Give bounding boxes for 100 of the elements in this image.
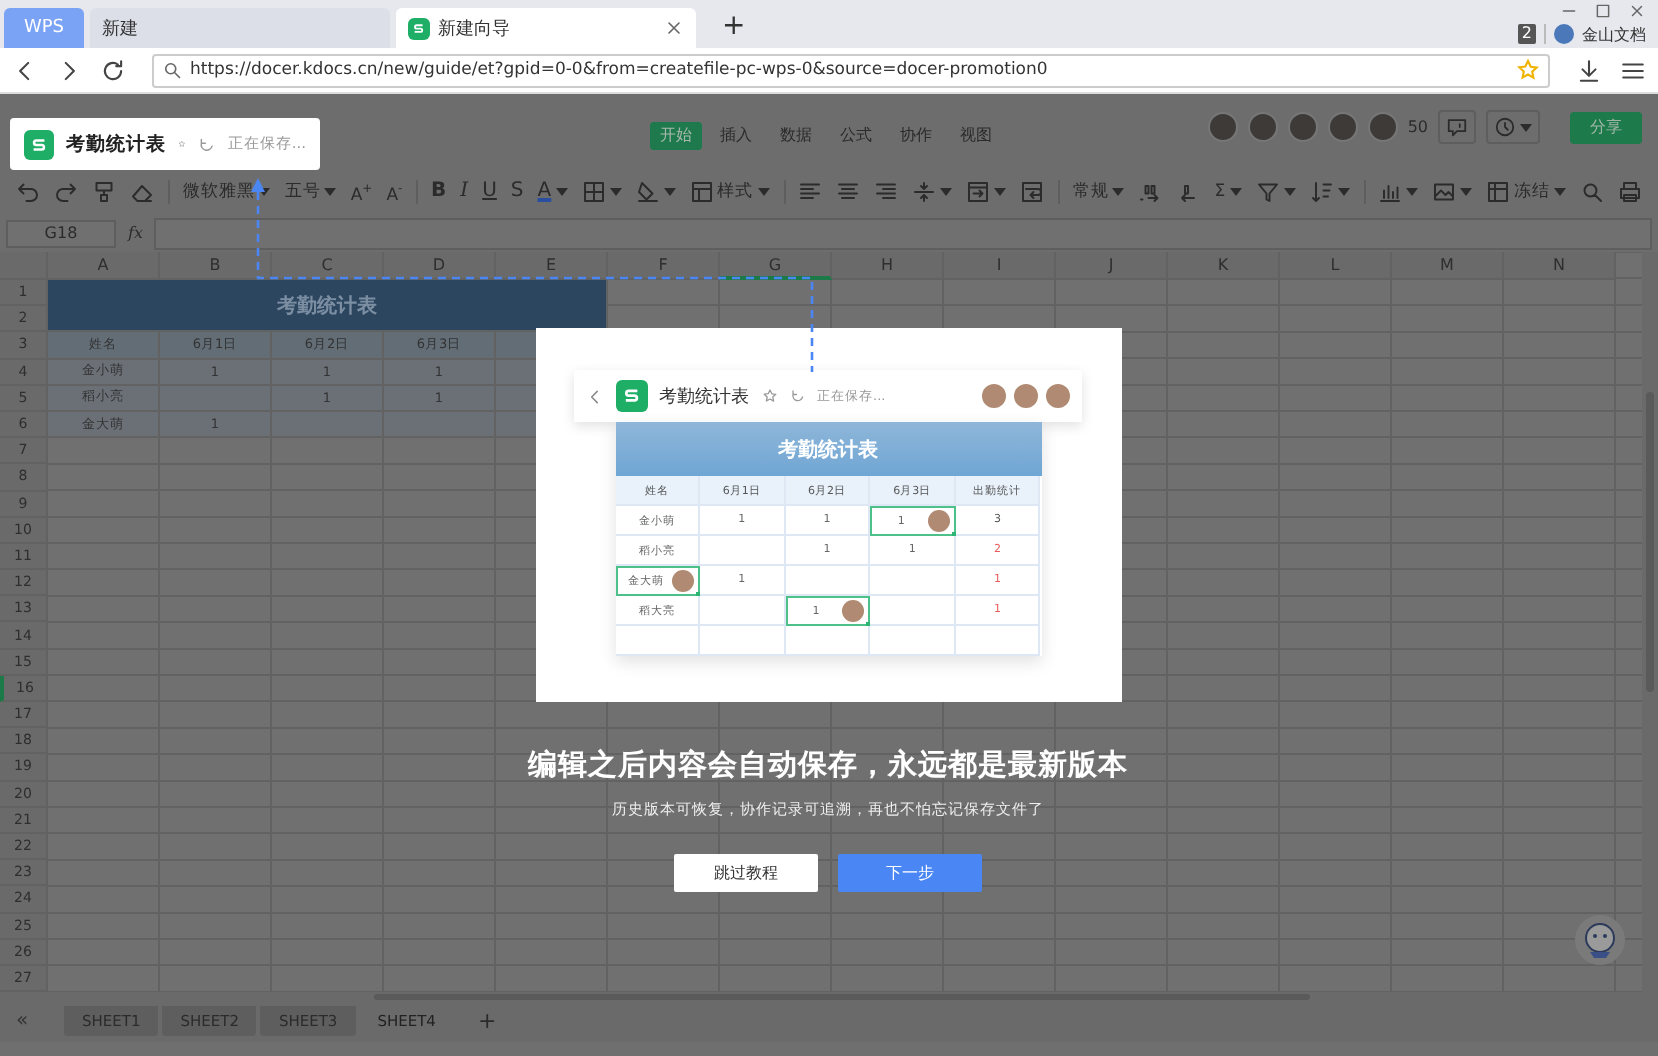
online-count: 50 xyxy=(1407,118,1428,136)
align-right-icon[interactable] xyxy=(873,180,898,204)
column-header[interactable]: B xyxy=(160,252,272,280)
column-header[interactable]: C xyxy=(272,252,384,280)
column-header[interactable]: N xyxy=(1504,252,1616,280)
feedback-button[interactable] xyxy=(1438,110,1476,144)
decimal-decrease-icon[interactable] xyxy=(1176,180,1201,204)
url-field[interactable]: https://docer.kdocs.cn/new/guide/et?gpid=0-0&from=createfile-pc-wps-0&source=docer-promotion0 xyxy=(152,53,1550,87)
cell-style-dropdown[interactable]: 样式 xyxy=(689,180,770,204)
font-size-dropdown[interactable]: 五号 xyxy=(284,180,337,204)
search-icon[interactable] xyxy=(1579,180,1604,204)
collaborator-avatar[interactable] xyxy=(1287,112,1318,142)
download-icon[interactable] xyxy=(1576,57,1602,83)
fill-color-dropdown[interactable] xyxy=(635,180,676,204)
redo-icon[interactable] xyxy=(54,180,78,204)
table-cell xyxy=(700,596,786,626)
caret-icon xyxy=(1520,123,1532,131)
collaborator-avatar xyxy=(927,510,950,532)
increase-font-button[interactable]: A$^{+}$ xyxy=(350,177,373,207)
document-title[interactable]: 考勤统计表 xyxy=(66,131,166,157)
collaborator-avatar[interactable] xyxy=(1207,112,1238,142)
table-cell xyxy=(615,626,701,656)
column-header[interactable]: M xyxy=(1392,252,1504,280)
menu-tab[interactable]: 插入 xyxy=(710,122,762,150)
format-painter-icon[interactable] xyxy=(92,180,116,204)
fill-color-icon xyxy=(635,180,660,204)
eraser-icon[interactable] xyxy=(130,180,154,204)
function-label[interactable]: fx xyxy=(128,224,143,242)
decrease-font-button[interactable]: A$^{-}$ xyxy=(386,177,403,207)
column-header[interactable]: J xyxy=(1056,252,1168,280)
bookmark-star-icon[interactable] xyxy=(1516,58,1540,82)
merged-title-cell[interactable]: 考勤统计表 xyxy=(48,280,608,333)
caret-icon xyxy=(757,188,770,196)
browser-tab[interactable]: 新建向导 xyxy=(396,8,696,48)
number-format-dropdown[interactable]: 常规 xyxy=(1072,180,1125,204)
vertical-align-icon xyxy=(911,180,936,204)
underline-button[interactable]: U xyxy=(482,180,497,204)
vertical-align-dropdown[interactable] xyxy=(911,180,952,204)
next-step-button[interactable]: 下一步 xyxy=(838,854,982,892)
decimal-increase-icon[interactable] xyxy=(1138,180,1163,204)
wrap-icon[interactable] xyxy=(1019,180,1044,204)
window-count-badge: 2 xyxy=(1517,24,1536,44)
collaborator-avatar[interactable] xyxy=(1247,112,1278,142)
caret-icon xyxy=(1459,188,1472,196)
strikethrough-button[interactable]: S xyxy=(510,180,524,204)
document-title: 考勤统计表 xyxy=(659,385,749,409)
add-sheet-button[interactable]: + xyxy=(477,1007,497,1033)
close-icon[interactable] xyxy=(1628,1,1646,19)
skip-tutorial-button[interactable]: 跳过教程 xyxy=(674,854,818,892)
table-cell xyxy=(870,596,956,626)
chart-dropdown[interactable] xyxy=(1377,180,1418,204)
undo-icon[interactable] xyxy=(16,180,40,204)
column-header[interactable]: G xyxy=(720,252,832,280)
menu-tab[interactable]: 视图 xyxy=(950,122,1002,150)
italic-button[interactable]: I xyxy=(460,180,469,204)
account-avatar[interactable] xyxy=(1554,24,1574,44)
column-header[interactable]: L xyxy=(1280,252,1392,280)
formula-input[interactable] xyxy=(154,217,1652,249)
table-cell xyxy=(700,626,786,656)
share-button[interactable]: 分享 xyxy=(1570,111,1642,143)
caret-icon xyxy=(663,188,676,196)
bold-button[interactable]: B xyxy=(431,180,447,204)
column-header[interactable]: H xyxy=(832,252,944,280)
assistant-mascot-icon[interactable] xyxy=(1574,914,1626,966)
menu-icon[interactable] xyxy=(1620,57,1646,83)
image-dropdown[interactable] xyxy=(1431,180,1472,204)
border-dropdown[interactable] xyxy=(581,180,622,204)
menu-tab[interactable]: 数据 xyxy=(770,122,822,150)
print-icon[interactable] xyxy=(1617,180,1642,204)
column-header[interactable]: D xyxy=(384,252,496,280)
sum-button[interactable]: Σ xyxy=(1214,180,1242,204)
maximize-icon[interactable] xyxy=(1594,1,1612,19)
browser-tab[interactable]: WPS xyxy=(4,8,84,48)
menu-tab[interactable]: 开始 xyxy=(650,122,702,150)
sort-dropdown[interactable] xyxy=(1309,180,1350,204)
merge-dropdown[interactable] xyxy=(965,180,1006,204)
menu-tab[interactable]: 公式 xyxy=(830,122,882,150)
column-header[interactable]: A xyxy=(48,252,160,280)
align-center-icon[interactable] xyxy=(835,180,860,204)
freeze-icon xyxy=(1485,180,1510,204)
column-header[interactable]: K xyxy=(1168,252,1280,280)
table-cell xyxy=(785,566,871,596)
filter-dropdown[interactable] xyxy=(1255,180,1296,204)
font-color-button[interactable]: A xyxy=(537,180,568,204)
menu-tab[interactable]: 协作 xyxy=(890,122,942,150)
collaborator-avatar[interactable] xyxy=(1367,112,1398,142)
align-left-icon[interactable] xyxy=(797,180,822,204)
column-header[interactable]: F xyxy=(608,252,720,280)
first-sheet-button[interactable]: « xyxy=(16,1009,60,1031)
browser-tab[interactable]: 新建 xyxy=(90,8,390,48)
name-box[interactable]: G18 xyxy=(6,219,116,247)
collaborator-avatar[interactable] xyxy=(1327,112,1358,142)
image-icon xyxy=(1431,180,1456,204)
account-name[interactable]: 金山文档 xyxy=(1582,23,1646,45)
new-tab-button[interactable]: + xyxy=(722,10,746,42)
reload-icon[interactable] xyxy=(100,57,126,83)
column-header[interactable]: E xyxy=(496,252,608,280)
freeze-dropdown[interactable]: 冻结 xyxy=(1485,180,1566,204)
close-icon[interactable] xyxy=(664,18,684,38)
history-button[interactable] xyxy=(1486,110,1540,144)
